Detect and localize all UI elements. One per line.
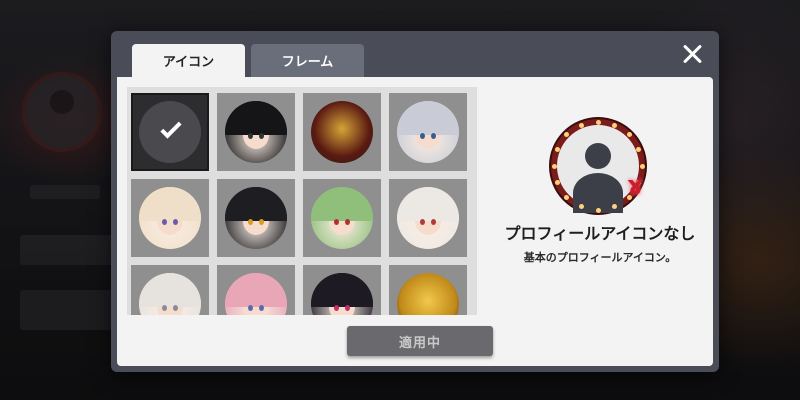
silver-hair-boy-portrait-icon [397, 101, 459, 163]
blonde-girl-portrait-icon [139, 187, 201, 249]
frame-bulb [595, 119, 601, 125]
default-avatar-icon [139, 101, 201, 163]
eye-shape [248, 219, 253, 225]
eye-shape [259, 219, 264, 225]
eye-shape [248, 133, 253, 139]
eye-shape [248, 305, 253, 311]
hair-shape [139, 187, 201, 222]
hair-shape [397, 101, 459, 136]
gramophone-portrait-icon [311, 101, 373, 163]
frame-bulb [564, 194, 570, 200]
default-avatar-head [585, 143, 611, 169]
black-hair-boy-portrait-icon [225, 101, 287, 163]
eye-shape [173, 305, 178, 311]
icon-grid-scroll[interactable] [127, 87, 477, 315]
frame-bulb [578, 122, 584, 128]
eye-shape [431, 219, 436, 225]
dark-hair-girl-portrait-icon [311, 273, 373, 315]
frame-bulb [639, 163, 645, 169]
eye-shape [162, 305, 167, 311]
close-icon[interactable] [679, 41, 705, 67]
hair-shape [225, 101, 287, 136]
white-hair-girl-portrait-icon [397, 187, 459, 249]
green-hair-girl-portrait-icon [311, 187, 373, 249]
checkmark-icon [160, 117, 182, 139]
icon-preview: ɤ [543, 111, 653, 221]
frame-bulb [554, 146, 560, 152]
icon-cell-blonde-girl[interactable] [131, 179, 209, 257]
eye-shape [345, 305, 350, 311]
bunny-emblem-icon: ɤ [627, 171, 644, 201]
eye-shape [431, 133, 436, 139]
white-hair-boy-portrait-icon [139, 273, 201, 315]
frame-bulb [564, 132, 570, 138]
frame-bulb [612, 122, 618, 128]
frame-bulb [626, 132, 632, 138]
icon-cell-black-yellow-girl[interactable] [217, 179, 295, 257]
tab-content-panel: 適用中 ɤ プロフィールアイコンなし 基本のプロフィールアイコン。 [117, 77, 713, 366]
icon-select-dialog: アイコン フレーム 適用中 ɤ プロフィールアイコンなし 基本のプロフィールアイ… [111, 31, 719, 372]
eye-shape [259, 133, 264, 139]
hair-shape [311, 273, 373, 308]
tab-icon[interactable]: アイコン [132, 44, 245, 77]
icon-cell-white-hair-boy[interactable] [131, 265, 209, 315]
icon-cell-default[interactable] [131, 93, 209, 171]
icon-cell-gold-coin[interactable] [389, 265, 467, 315]
icon-cell-green-hair-girl[interactable] [303, 179, 381, 257]
icon-cell-pink-hair-girl[interactable] [217, 265, 295, 315]
frame-bulb [578, 204, 584, 210]
hair-shape [397, 187, 459, 222]
tab-frame[interactable]: フレーム [251, 44, 364, 77]
eye-shape [334, 219, 339, 225]
apply-button[interactable]: 適用中 [347, 326, 493, 356]
preview-title: プロフィールアイコンなし [504, 224, 696, 243]
eye-shape [345, 219, 350, 225]
eye-shape [420, 219, 425, 225]
icon-cell-gramophone[interactable] [303, 93, 381, 171]
icon-cell-silver-hair-boy[interactable] [389, 93, 467, 171]
eye-shape [334, 305, 339, 311]
hair-shape [311, 187, 373, 222]
hair-shape [225, 273, 287, 308]
eye-shape [162, 219, 167, 225]
preview-description: 基本のプロフィールアイコン。 [523, 251, 677, 264]
pink-hair-girl-portrait-icon [225, 273, 287, 315]
eye-shape [420, 133, 425, 139]
black-yellow-girl-portrait-icon [225, 187, 287, 249]
eye-shape [259, 305, 264, 311]
icon-cell-black-hair-boy[interactable] [217, 93, 295, 171]
frame-bulb [636, 146, 642, 152]
frame-bulb [551, 163, 557, 169]
frame-bulb [595, 207, 601, 213]
icon-cell-white-hair-girl[interactable] [389, 179, 467, 257]
icon-grid [127, 87, 477, 315]
hair-shape [225, 187, 287, 222]
icon-cell-dark-hair-girl[interactable] [303, 265, 381, 315]
eye-shape [173, 219, 178, 225]
hair-shape [139, 273, 201, 308]
gold-coin-portrait-icon [397, 273, 459, 315]
frame-bulb [554, 180, 560, 186]
